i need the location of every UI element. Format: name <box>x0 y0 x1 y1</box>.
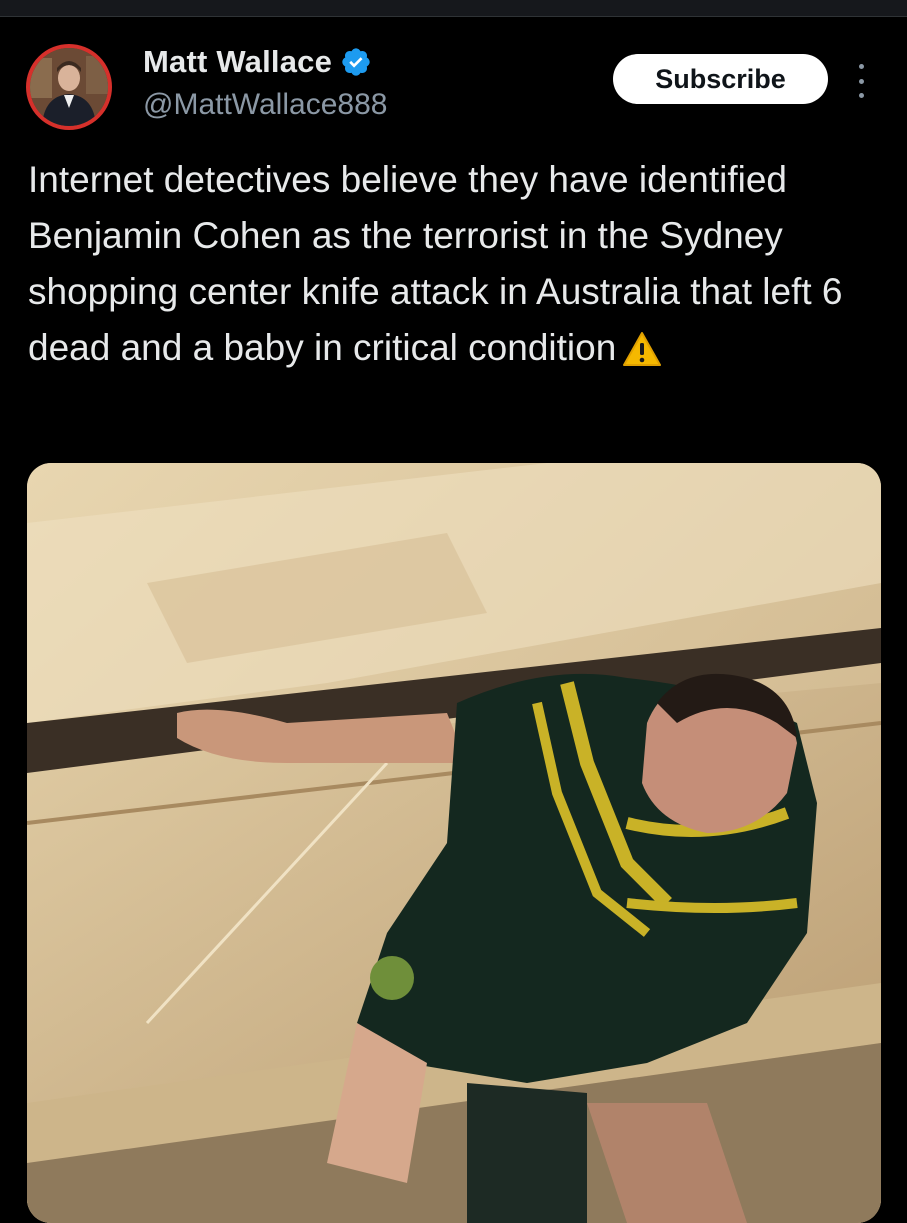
tweet-text: Internet detectives believe they have id… <box>28 152 888 383</box>
author-display-name[interactable]: Matt Wallace <box>143 44 332 80</box>
warning-icon <box>622 327 662 383</box>
author-avatar[interactable] <box>26 44 112 130</box>
verified-badge-icon <box>340 46 372 78</box>
more-vertical-icon[interactable] <box>851 64 871 98</box>
tweet-media-photo[interactable] <box>27 463 881 1223</box>
subscribe-button[interactable]: Subscribe <box>613 54 828 104</box>
tweet-body: Internet detectives believe they have id… <box>28 159 853 368</box>
author-handle[interactable]: @MattWallace888 <box>143 88 387 122</box>
top-divider <box>0 0 907 17</box>
author-name-row: Matt Wallace <box>143 44 372 80</box>
